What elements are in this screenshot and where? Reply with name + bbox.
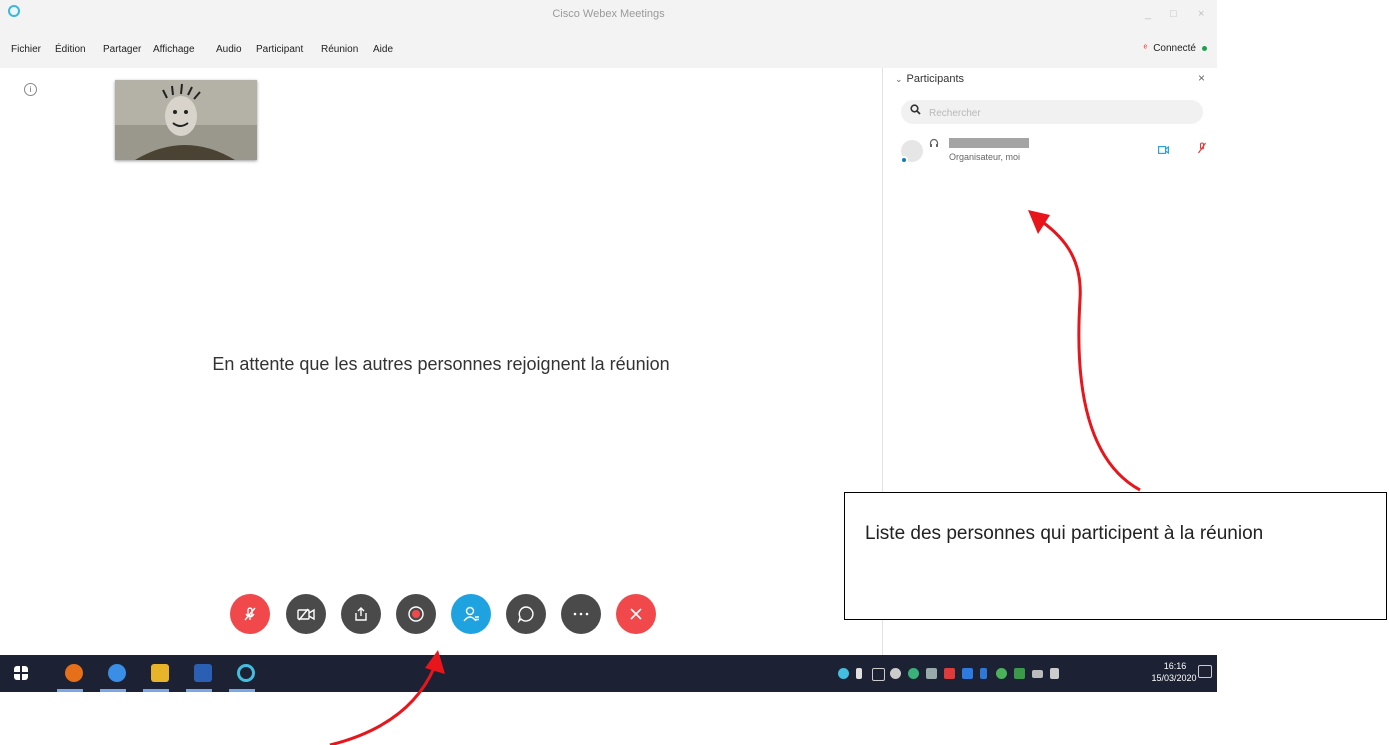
participant-role: Organisateur, moi	[949, 152, 1021, 162]
panel-title: Participants	[906, 73, 965, 85]
more-button[interactable]	[561, 594, 601, 634]
menu-fichier[interactable]: Fichier	[11, 44, 41, 55]
participant-search	[901, 100, 1203, 124]
windows-start-icon[interactable]	[14, 666, 28, 680]
more-icon	[573, 612, 589, 616]
title-bar: Cisco Webex Meetings _ □ ×	[0, 0, 1217, 32]
mute-button[interactable]	[230, 594, 270, 634]
volume-tray-icon[interactable]	[1050, 668, 1059, 679]
participants-button[interactable]	[451, 594, 491, 634]
meeting-stage: i En attente que les autres personnes re…	[0, 68, 882, 655]
chat-button[interactable]	[506, 594, 546, 634]
maximize-button[interactable]: □	[1170, 8, 1177, 20]
menu-partager[interactable]: Partager	[103, 44, 141, 55]
participant-video-icon[interactable]	[1158, 145, 1169, 157]
active-indicator	[143, 689, 169, 692]
active-indicator	[100, 689, 126, 692]
file-explorer-icon[interactable]	[151, 664, 169, 682]
search-input[interactable]	[927, 103, 1191, 123]
video-button[interactable]	[286, 594, 326, 634]
mic-off-icon: ᵉ	[1143, 43, 1148, 54]
network-tray-icon[interactable]	[890, 668, 901, 679]
headset-icon	[929, 138, 939, 151]
menu-participant[interactable]: Participant	[256, 44, 303, 55]
app-tray-icon[interactable]	[908, 668, 919, 679]
notification-center-icon[interactable]	[1198, 665, 1212, 678]
video-off-icon	[297, 608, 315, 621]
chevron-down-icon: ⌄	[895, 74, 903, 84]
leave-button[interactable]	[616, 594, 656, 634]
close-icon	[630, 608, 642, 620]
chat-icon	[517, 606, 534, 623]
browser-icon[interactable]	[108, 664, 126, 682]
menu-edition[interactable]: Édition	[55, 44, 86, 55]
active-indicator	[57, 689, 83, 692]
presence-status-icon	[900, 156, 908, 164]
participant-name-redacted	[949, 138, 1029, 148]
self-video-image	[115, 80, 257, 160]
annotation-callout: Liste des personnes qui participent à la…	[844, 492, 1387, 620]
menu-audio[interactable]: Audio	[216, 44, 242, 55]
sync-tray-icon[interactable]	[962, 668, 973, 679]
clock-time[interactable]: 16:16	[1158, 661, 1192, 671]
antivirus-tray-icon[interactable]	[944, 668, 955, 679]
share-icon	[355, 607, 367, 621]
self-video-preview[interactable]	[115, 80, 257, 160]
clock-date[interactable]: 15/03/2020	[1148, 673, 1200, 683]
close-panel-button[interactable]: ×	[1198, 71, 1205, 85]
connection-status[interactable]: ᵉ Connecté	[1143, 43, 1207, 54]
firefox-icon[interactable]	[65, 664, 83, 682]
menu-affichage[interactable]: Affichage	[153, 44, 195, 55]
webex-taskbar-icon[interactable]	[237, 664, 255, 682]
avatar	[900, 140, 923, 164]
connected-dot-icon	[1202, 45, 1207, 51]
record-button[interactable]	[396, 594, 436, 634]
active-indicator	[229, 689, 255, 692]
participant-mic-off-icon[interactable]	[1198, 142, 1206, 157]
menu-aide[interactable]: Aide	[373, 44, 393, 55]
participant-row[interactable]: Organisateur, moi	[900, 134, 1211, 174]
battery-tray-icon[interactable]	[1032, 670, 1043, 678]
wifi-tray-icon[interactable]	[926, 668, 937, 679]
webex-tray-icon[interactable]	[838, 668, 849, 679]
microphone-tray-icon[interactable]	[856, 668, 862, 679]
mic-off-icon	[244, 607, 256, 621]
bluetooth-tray-icon[interactable]	[980, 668, 987, 679]
menu-reunion[interactable]: Réunion	[321, 44, 358, 55]
connection-label: Connecté	[1153, 43, 1196, 54]
word-icon[interactable]	[194, 664, 212, 682]
security-tray-icon[interactable]	[996, 668, 1007, 679]
active-indicator	[186, 689, 212, 692]
waiting-message: En attente que les autres personnes rejo…	[212, 354, 670, 374]
update-tray-icon[interactable]	[1014, 668, 1025, 679]
participants-panel-header[interactable]: ⌄ Participants	[895, 73, 964, 85]
close-window-button[interactable]: ×	[1198, 8, 1204, 20]
callout-text: Liste des personnes qui participent à la…	[865, 523, 1264, 544]
info-icon[interactable]: i	[24, 83, 37, 96]
mail-tray-icon[interactable]	[872, 668, 885, 681]
participants-icon	[463, 606, 479, 622]
record-icon	[408, 606, 424, 622]
search-icon	[910, 104, 921, 118]
share-button[interactable]	[341, 594, 381, 634]
windows-taskbar: 16:16 15/03/2020	[0, 655, 1217, 692]
window-title: Cisco Webex Meetings	[552, 8, 665, 20]
menu-bar: Fichier Édition Partager Affichage Audio…	[0, 32, 1217, 68]
minimize-button[interactable]: _	[1145, 8, 1151, 20]
